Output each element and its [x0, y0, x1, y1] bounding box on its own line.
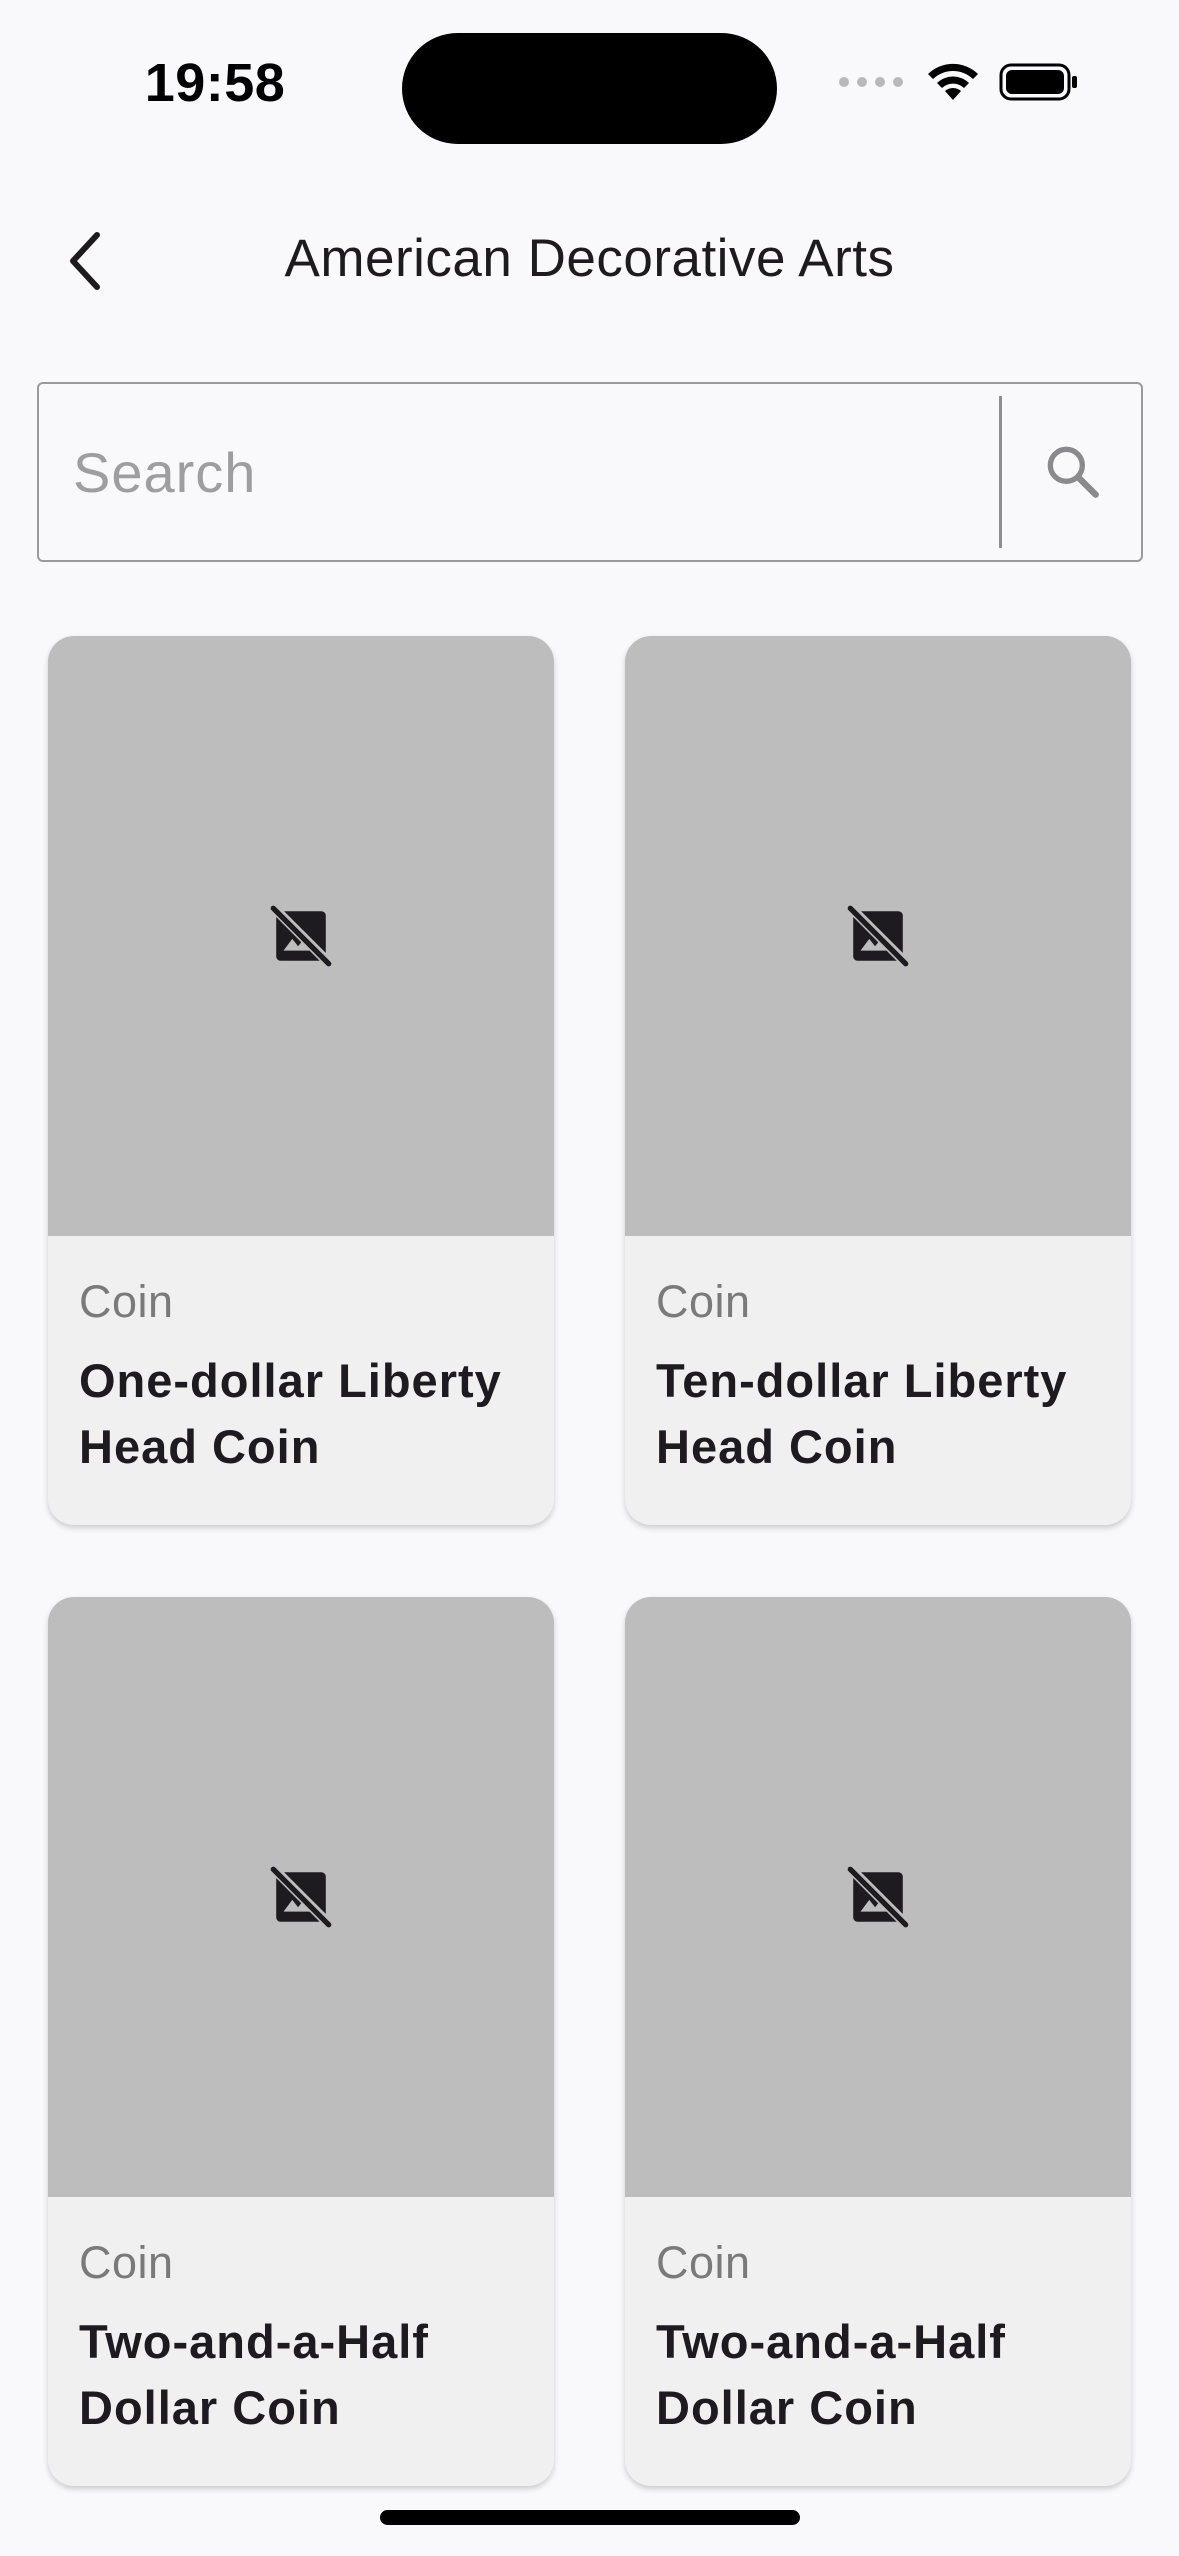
item-card[interactable]: Coin Ten-dollar Liberty Head Coin [625, 636, 1131, 1525]
item-card[interactable]: Coin Two-and-a-Half Dollar Coin [625, 1597, 1131, 2486]
status-time: 19:58 [144, 53, 286, 113]
item-card[interactable]: Coin Two-and-a-Half Dollar Coin [48, 1597, 554, 2486]
back-button[interactable] [40, 216, 130, 306]
card-image-placeholder [48, 636, 554, 1236]
card-category: Coin [656, 1276, 751, 1327]
card-title: Ten-dollar Liberty Head Coin [656, 1354, 1068, 1473]
home-indicator[interactable] [380, 2510, 800, 2525]
card-title: Two-and-a-Half Dollar Coin [656, 2315, 1006, 2434]
search-divider [999, 396, 1002, 548]
card-image-placeholder [625, 636, 1131, 1236]
search-button[interactable] [1005, 384, 1141, 560]
wifi-icon [928, 63, 978, 100]
image-not-supported-icon [847, 1866, 909, 1928]
cellular-signal-icon [839, 77, 903, 87]
card-image-placeholder [48, 1597, 554, 2197]
image-not-supported-icon [270, 905, 332, 967]
search-icon [1047, 446, 1099, 498]
status-icons [839, 62, 1079, 102]
card-category: Coin [79, 1276, 174, 1327]
search-input[interactable] [73, 384, 1013, 560]
image-not-supported-icon [270, 1866, 332, 1928]
status-bar: 19:58 [0, 0, 1179, 175]
card-category: Coin [79, 2237, 174, 2288]
page-title: American Decorative Arts [284, 229, 895, 288]
card-category: Coin [656, 2237, 751, 2288]
image-not-supported-icon [847, 905, 909, 967]
card-title: Two-and-a-Half Dollar Coin [79, 2315, 429, 2434]
dynamic-island [402, 33, 777, 144]
card-title: One-dollar Liberty Head Coin [79, 1354, 502, 1473]
chevron-left-icon [70, 232, 100, 290]
item-card[interactable]: Coin One-dollar Liberty Head Coin [48, 636, 554, 1525]
app-bar: American Decorative Arts [0, 190, 1179, 330]
battery-icon [999, 63, 1077, 101]
search-bar [37, 382, 1143, 562]
card-image-placeholder [625, 1597, 1131, 2197]
